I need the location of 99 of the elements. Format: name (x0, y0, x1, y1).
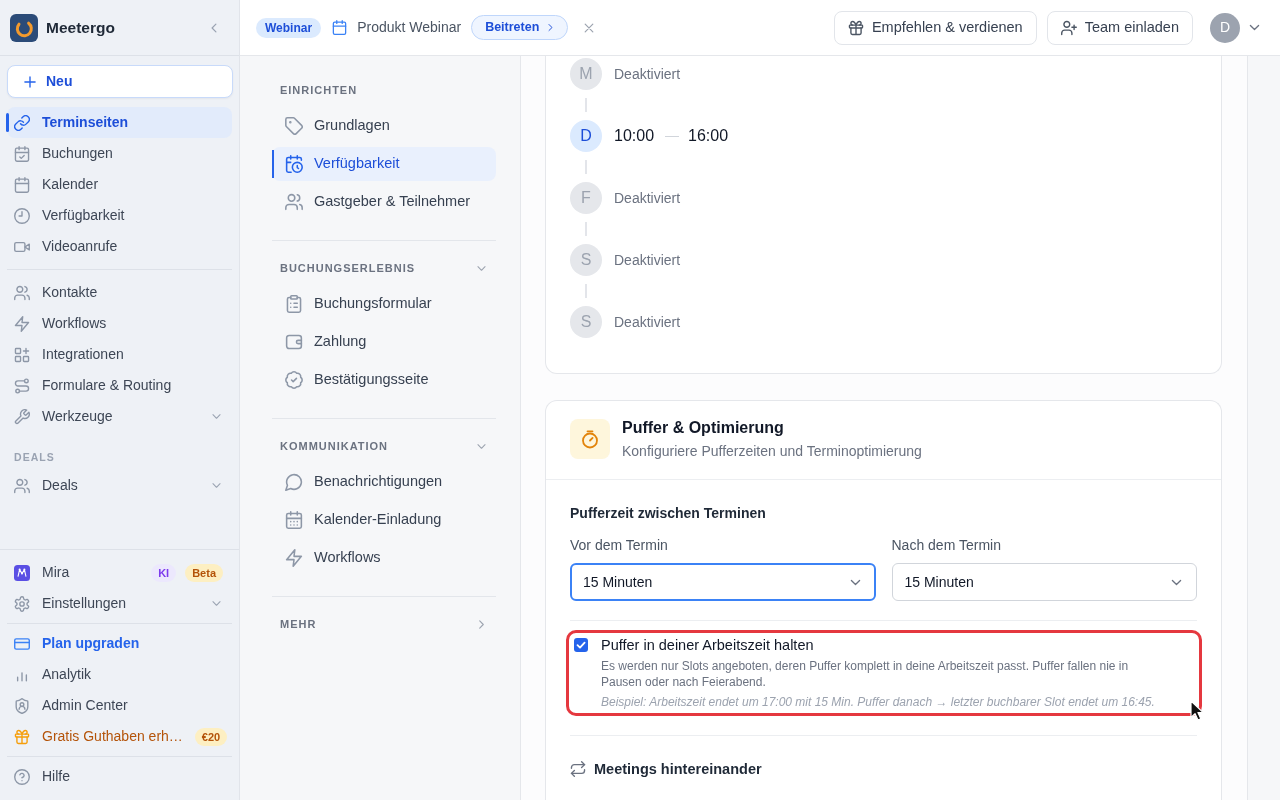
event-type-badge: Webinar (256, 17, 322, 38)
settings-nav-item[interactable]: Verfügbarkeit (272, 147, 496, 181)
example-text: Beispiel: Arbeitszeit endet um 17:00 mit 15 Min. Puffer danach → letzter buchbarer Slot endet um 16:45. (601, 694, 1156, 710)
weekday-initial: S (570, 306, 602, 338)
settings-nav-item[interactable]: Bestätigungsseite (272, 363, 496, 397)
event-title: Produkt Webinar (357, 18, 462, 37)
section-title: EINRICHTEN (280, 83, 358, 97)
lightning-icon (285, 549, 303, 567)
section-label: DEALS (13, 450, 56, 464)
sidebar-item[interactable]: Kontakte (7, 277, 232, 308)
clipboard-list-icon (285, 295, 303, 313)
day-status: Deaktiviert (614, 64, 681, 84)
settings-nav-item[interactable]: Gastgeber & Teilnehmer (272, 185, 496, 219)
field-label: Vor dem Termin (570, 536, 669, 555)
lightning-icon (14, 315, 30, 332)
checkbox[interactable] (574, 638, 588, 652)
network-tile-icon (14, 564, 30, 581)
sidebar-item[interactable]: Analytik (7, 659, 232, 690)
gift-icon (847, 19, 864, 36)
people-icon (14, 477, 30, 494)
ai-badge: KI (151, 563, 177, 582)
section-title: BUCHUNGSERLEBNIS (280, 261, 415, 275)
sidebar-item[interactable]: Admin Center (7, 690, 232, 721)
field-label: Nach dem Termin (891, 536, 1002, 555)
sidebar-item[interactable]: Workflows (7, 308, 232, 339)
wallet-icon (285, 333, 303, 351)
sidebar-item[interactable]: Terminseiten (7, 107, 232, 138)
select-field[interactable]: 15 Minuten (570, 563, 876, 601)
day-status: Deaktiviert (614, 188, 681, 208)
credit-card-icon (14, 635, 30, 652)
sidebar-item[interactable]: Verfügbarkeit (7, 200, 232, 231)
section-title: MEHR (280, 617, 317, 631)
clock-icon (14, 207, 30, 224)
user-plus-icon (1060, 19, 1077, 36)
settings-nav-item[interactable]: Benachrichtigungen (272, 465, 496, 499)
calendar-icon (332, 20, 348, 35)
repeat-icon (570, 761, 586, 777)
credit-badge: €20 (194, 727, 228, 746)
sidebar-item[interactable]: Plan upgraden (7, 628, 232, 659)
weekday-initial: M (570, 58, 602, 90)
section-heading: Meetings hintereinander (594, 760, 762, 779)
sidebar-item[interactable]: Videoanrufe (7, 231, 232, 262)
new-button[interactable]: Neu (7, 65, 233, 98)
help-text: Es werden nur Slots angeboten, deren Puffer komplett in deine Arbeitszeit passt. Puffer fallen nie in Pausen oder nach Feierabend. (601, 658, 1130, 690)
grid-plus-icon (14, 346, 30, 363)
card-subtitle: Konfiguriere Pufferzeiten und Terminoptimierung (622, 442, 922, 461)
settings-nav-item[interactable]: Zahlung (272, 325, 496, 359)
settings-nav-item[interactable]: Grundlagen (272, 109, 496, 143)
help-icon (14, 768, 30, 785)
app-logo[interactable] (10, 13, 38, 42)
tag-icon (285, 117, 303, 135)
end-time: 16:00 (688, 126, 729, 146)
sidebar-item[interactable]: Hilfe (7, 761, 232, 792)
cursor-icon (1190, 700, 1204, 721)
settings-icon (14, 595, 30, 612)
sidebar-item[interactable]: Integrationen (7, 339, 232, 370)
wrench-icon (14, 408, 30, 425)
join-button[interactable]: Beitreten (471, 15, 569, 40)
stopwatch-icon (570, 419, 610, 459)
settings-nav-item[interactable]: Buchungsformular (272, 287, 496, 321)
weekday-initial: D (570, 120, 602, 152)
people-icon (285, 193, 303, 211)
invite-button[interactable]: Team einladen (1046, 10, 1193, 45)
calendar-clock-icon (285, 155, 303, 173)
beta-badge: Beta (185, 563, 223, 582)
sidebar-item[interactable]: Deals (7, 470, 232, 501)
check-seal-icon (285, 371, 303, 389)
link-icon (14, 114, 30, 131)
shield-person-icon (14, 697, 30, 714)
sidebar-item[interactable]: Formulare & Routing (7, 370, 232, 401)
plus-icon (22, 73, 38, 90)
sidebar-item[interactable]: Gratis Guthaben erh… €20 (7, 721, 232, 752)
settings-nav-item[interactable]: Kalender-Einladung (272, 503, 496, 537)
brand-name: Meetergo (46, 17, 115, 38)
sidebar-item[interactable]: Mira KI Beta (7, 557, 232, 588)
day-status: Deaktiviert (614, 250, 681, 270)
day-status: Deaktiviert (614, 312, 681, 332)
section-heading: Pufferzeit zwischen Terminen (570, 504, 767, 523)
referral-button[interactable]: Empfehlen & verdienen (833, 10, 1037, 45)
start-time: 10:00 (614, 126, 655, 146)
select-field[interactable]: 15 Minuten (891, 563, 1197, 601)
sidebar-item[interactable]: Werkzeuge (7, 401, 232, 432)
checkbox-label[interactable]: Puffer in deiner Arbeitszeit halten (601, 635, 1161, 655)
gift-icon (14, 728, 30, 745)
route-icon (14, 377, 30, 394)
weekday-initial: F (570, 182, 602, 214)
people-icon (14, 284, 30, 301)
weekday-initial: S (570, 244, 602, 276)
speech-bubble-icon (285, 473, 303, 491)
calendar-check-icon (14, 145, 30, 162)
dash-icon (665, 135, 680, 137)
section-title: KOMMUNIKATION (280, 439, 388, 453)
sidebar-item[interactable]: Buchungen (7, 138, 232, 169)
calendar-icon (14, 176, 30, 193)
calendar-icon (285, 511, 303, 529)
card-title: Puffer & Optimierung (622, 418, 785, 438)
sidebar-item[interactable]: Einstellungen (7, 588, 232, 619)
sidebar-item[interactable]: Kalender (7, 169, 232, 200)
settings-nav-item[interactable]: Workflows (272, 541, 496, 575)
